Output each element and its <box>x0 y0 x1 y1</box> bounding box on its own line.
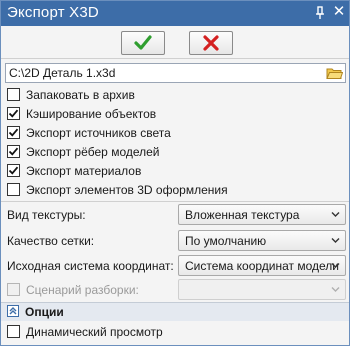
checkbox-dynamic-view[interactable]: Динамический просмотр <box>7 323 163 340</box>
mesh-quality-label: Качество сетки: <box>7 234 95 248</box>
coordinate-system-label: Исходная система координат: <box>7 259 174 273</box>
close-icon[interactable]: ✕ <box>331 4 347 20</box>
export-x3d-panel: Экспорт X3D ✕ C:\2D Деталь 1.x3d Запаков… <box>0 0 350 346</box>
texture-select[interactable]: Вложенная текстура <box>178 204 346 225</box>
options-section-header[interactable]: Опции <box>1 302 349 322</box>
checkbox-disassembly-scenario: Сценарий разборки: <box>7 281 139 298</box>
checkbox-label: Экспорт материалов <box>26 163 142 178</box>
checkmark-icon <box>8 128 19 137</box>
title-bar: Экспорт X3D ✕ <box>1 1 349 26</box>
checkbox-label: Экспорт рёбер моделей <box>26 144 160 159</box>
checkbox-export-materials[interactable]: Экспорт материалов <box>7 162 141 179</box>
folder-icon[interactable] <box>326 65 344 81</box>
coordinate-system-select[interactable]: Система координат модели <box>178 255 346 276</box>
chevron-down-icon <box>331 238 340 243</box>
checkbox-label: Экспорт элементов 3D оформления <box>26 182 228 197</box>
checkmark-icon <box>8 166 19 175</box>
checkbox-label: Кэширование объектов <box>26 106 157 121</box>
ok-button[interactable] <box>121 31 165 55</box>
checkbox-label: Динамический просмотр <box>26 324 163 339</box>
checkbox-export-lights[interactable]: Экспорт источников света <box>7 124 171 141</box>
red-x-icon <box>203 35 219 51</box>
checkbox-box <box>7 283 20 296</box>
divider <box>1 58 349 59</box>
mesh-quality-value: По умолчанию <box>185 234 267 248</box>
divider <box>1 201 349 202</box>
chevron-down-icon <box>331 263 340 268</box>
checkbox-label: Экспорт источников света <box>26 125 171 140</box>
checkbox-cache-objects[interactable]: Кэширование объектов <box>7 105 156 122</box>
checkbox-export-edges[interactable]: Экспорт рёбер моделей <box>7 143 160 160</box>
checkbox-pack-archive[interactable]: Запаковать в архив <box>7 86 135 103</box>
texture-value: Вложенная текстура <box>185 208 300 222</box>
checkbox-box[interactable] <box>7 107 20 120</box>
pin-icon[interactable] <box>312 5 328 21</box>
cancel-button[interactable] <box>189 31 233 55</box>
checkbox-box[interactable] <box>7 183 20 196</box>
checkmark-icon <box>8 109 19 118</box>
checkbox-label: Сценарий разборки: <box>26 282 139 297</box>
checkbox-box[interactable] <box>7 145 20 158</box>
chevron-down-icon <box>331 212 340 217</box>
checkbox-box[interactable] <box>7 88 20 101</box>
collapse-up-icon[interactable] <box>7 305 19 317</box>
options-title: Опции <box>25 305 64 319</box>
panel-title: Экспорт X3D <box>7 4 99 21</box>
disassembly-scenario-select <box>178 279 346 300</box>
checkbox-box[interactable] <box>7 164 20 177</box>
green-checkmark-icon <box>134 35 152 50</box>
checkbox-label: Запаковать в архив <box>26 87 135 102</box>
checkbox-export-3d-elements[interactable]: Экспорт элементов 3D оформления <box>7 181 228 198</box>
checkbox-box[interactable] <box>7 126 20 139</box>
file-path-text: C:\2D Деталь 1.x3d <box>9 66 116 80</box>
mesh-quality-select[interactable]: По умолчанию <box>178 230 346 251</box>
chevron-down-icon <box>331 287 340 292</box>
checkbox-box[interactable] <box>7 325 20 338</box>
checkmark-icon <box>8 147 19 156</box>
texture-label: Вид текстуры: <box>7 208 86 222</box>
file-path-field[interactable]: C:\2D Деталь 1.x3d <box>5 63 346 83</box>
coordinate-system-value: Система координат модели <box>185 259 340 273</box>
